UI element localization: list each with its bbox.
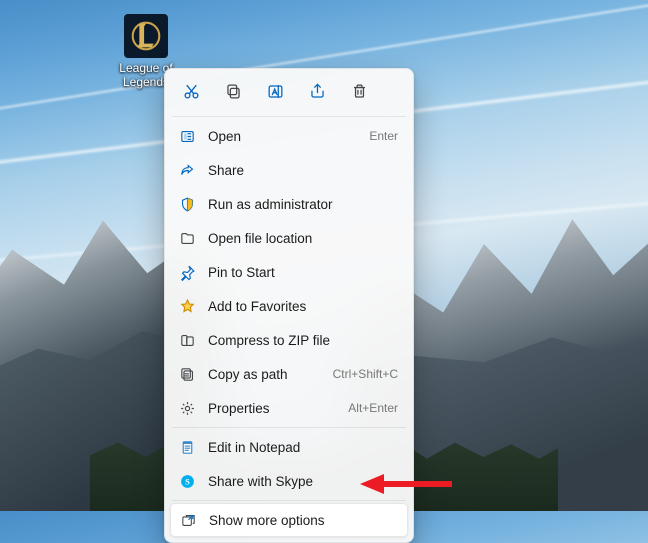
menu-item-copy-as-path[interactable]: Copy as pathCtrl+Shift+C xyxy=(170,357,408,391)
menu-item-edit-in-notepad[interactable]: Edit in Notepad xyxy=(170,430,408,464)
cut-button[interactable] xyxy=(172,76,210,110)
skype-icon: S xyxy=(178,472,196,490)
menu-item-label: Edit in Notepad xyxy=(208,440,398,455)
notepad-icon xyxy=(178,438,196,456)
copy-path-icon xyxy=(178,365,196,383)
menu-item-share-with-skype[interactable]: S Share with Skype xyxy=(170,464,408,498)
properties-icon xyxy=(178,399,196,417)
copy-icon xyxy=(224,82,243,104)
menu-item-properties[interactable]: PropertiesAlt+Enter xyxy=(170,391,408,425)
menu-item-open-file-location[interactable]: Open file location xyxy=(170,221,408,255)
menu-item-label: Add to Favorites xyxy=(208,299,398,314)
menu-item-pin-to-start[interactable]: Pin to Start xyxy=(170,255,408,289)
menu-item-accelerator: Ctrl+Shift+C xyxy=(333,367,398,381)
share-icon xyxy=(308,82,327,104)
delete-icon xyxy=(350,82,369,104)
menu-item-share[interactable]: Share xyxy=(170,153,408,187)
lol-logo-icon xyxy=(124,14,168,58)
menu-item-compress-to-zip-file[interactable]: Compress to ZIP file xyxy=(170,323,408,357)
menu-item-label: Open file location xyxy=(208,231,398,246)
menu-divider xyxy=(172,116,406,117)
menu-item-label: Copy as path xyxy=(208,367,333,382)
rename-button[interactable] xyxy=(256,76,294,110)
star-icon xyxy=(178,297,196,315)
menu-item-label: Show more options xyxy=(209,513,397,528)
menu-divider xyxy=(172,427,406,428)
delete-button[interactable] xyxy=(340,76,378,110)
more-icon xyxy=(179,511,197,529)
menu-item-label: Pin to Start xyxy=(208,265,398,280)
rename-icon xyxy=(266,82,285,104)
menu-item-open[interactable]: OpenEnter xyxy=(170,119,408,153)
folder-icon xyxy=(178,229,196,247)
menu-item-label: Open xyxy=(208,129,369,144)
share-button[interactable] xyxy=(298,76,336,110)
menu-item-show-more-options[interactable]: Show more options xyxy=(170,503,408,537)
cut-icon xyxy=(182,82,201,104)
menu-divider xyxy=(172,500,406,501)
menu-item-label: Properties xyxy=(208,401,348,416)
shield-icon xyxy=(178,195,196,213)
context-toolbar xyxy=(170,74,408,114)
pin-icon xyxy=(178,263,196,281)
zip-icon xyxy=(178,331,196,349)
share-arrow-icon xyxy=(178,161,196,179)
menu-item-label: Share with Skype xyxy=(208,474,398,489)
menu-item-label: Share xyxy=(208,163,398,178)
context-menu: OpenEnter Share Run as administrator Open f… xyxy=(164,68,414,543)
copy-button[interactable] xyxy=(214,76,252,110)
menu-item-run-as-administrator[interactable]: Run as administrator xyxy=(170,187,408,221)
menu-item-accelerator: Enter xyxy=(369,129,398,143)
menu-item-add-to-favorites[interactable]: Add to Favorites xyxy=(170,289,408,323)
menu-item-label: Run as administrator xyxy=(208,197,398,212)
menu-item-accelerator: Alt+Enter xyxy=(348,401,398,415)
open-icon xyxy=(178,127,196,145)
svg-text:S: S xyxy=(185,476,190,486)
menu-item-label: Compress to ZIP file xyxy=(208,333,398,348)
